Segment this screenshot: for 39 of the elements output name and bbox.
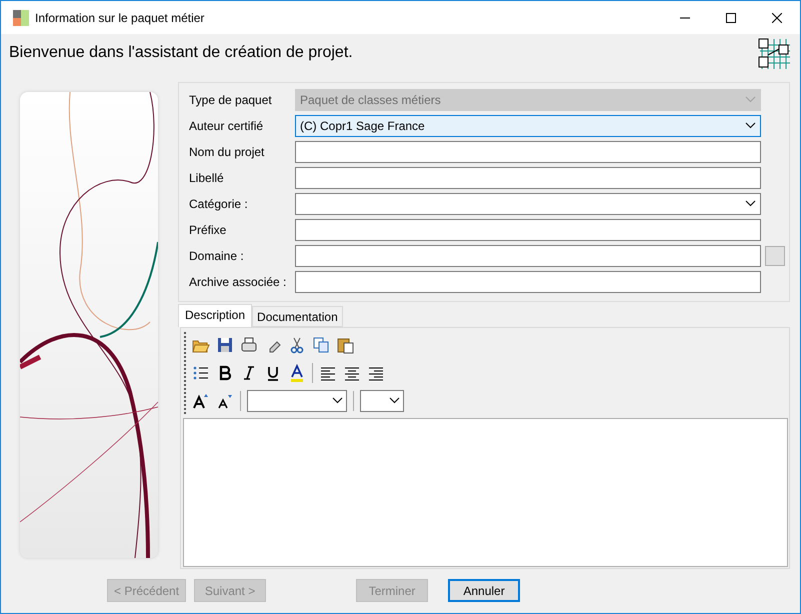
scissors-icon[interactable] xyxy=(288,336,306,354)
tab[interactable]: Documentation xyxy=(252,306,343,327)
copy-icon[interactable] xyxy=(312,336,330,354)
field-label: Auteur certifié xyxy=(189,118,264,133)
app-icon xyxy=(13,10,29,26)
input-field[interactable] xyxy=(295,218,761,241)
save-icon[interactable] xyxy=(216,336,234,354)
printer-icon[interactable] xyxy=(240,336,258,354)
dropdown-field[interactable]: (C) Copr1 Sage France xyxy=(295,114,761,137)
field-label: Libellé xyxy=(189,170,225,185)
field-label: Nom du projet xyxy=(189,144,266,159)
bullet-list-icon[interactable] xyxy=(192,364,210,382)
wizard-button[interactable]: Annuler xyxy=(448,579,520,602)
field-label: Type de paquet xyxy=(189,92,273,107)
dropdown-field[interactable] xyxy=(295,192,761,215)
chevron-down-icon xyxy=(389,397,400,404)
field-label: Domaine : xyxy=(189,248,245,263)
field-label: Catégorie : xyxy=(189,196,249,211)
chevron-down-icon xyxy=(745,122,756,130)
header-text: Bienvenue dans l'assistant de création de projet. xyxy=(9,44,353,62)
font-color-icon[interactable] xyxy=(288,364,306,382)
paste-icon[interactable] xyxy=(336,336,354,354)
input-field[interactable] xyxy=(295,270,761,293)
field-label: Archive associée : xyxy=(189,274,288,289)
tab[interactable]: Description xyxy=(178,304,252,327)
grow-font-icon[interactable] xyxy=(192,392,210,410)
maximize-icon[interactable] xyxy=(726,12,736,22)
font-dropdown[interactable] xyxy=(247,390,347,412)
chevron-down-icon xyxy=(745,96,756,104)
field-label: Préfixe xyxy=(189,222,228,237)
window-title: Information sur le paquet métier xyxy=(35,10,206,24)
close-icon[interactable] xyxy=(772,12,782,22)
diagram-icon xyxy=(758,36,790,69)
chevron-down-icon xyxy=(332,397,343,404)
chevron-down-icon xyxy=(745,200,756,208)
input-field[interactable] xyxy=(295,140,761,163)
size-dropdown[interactable] xyxy=(360,390,404,412)
input-field[interactable] xyxy=(295,244,761,267)
input-field[interactable] xyxy=(295,166,761,189)
